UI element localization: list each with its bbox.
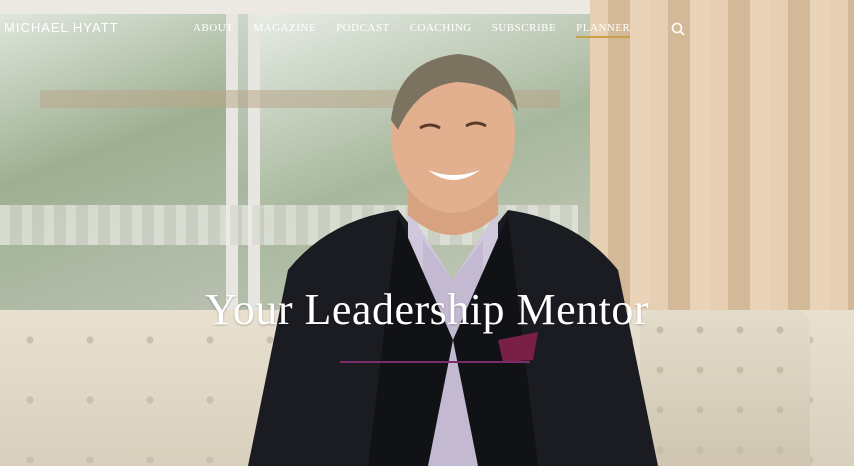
nav-item-magazine[interactable]: MAGAZINE xyxy=(253,22,316,38)
hero-headline: Your Leadership Mentor xyxy=(204,285,650,334)
nav-item-coaching[interactable]: COACHING xyxy=(410,22,472,38)
nav-item-subscribe[interactable]: SUBSCRIBE xyxy=(492,22,556,38)
top-navigation: MICHAEL HYATT ABOUT MAGAZINE PODCAST COA… xyxy=(0,18,854,42)
window-frame-top xyxy=(0,0,600,14)
hero-section: MICHAEL HYATT ABOUT MAGAZINE PODCAST COA… xyxy=(0,0,854,466)
nav-item-podcast[interactable]: PODCAST xyxy=(336,22,390,38)
nav-links: ABOUT MAGAZINE PODCAST COACHING SUBSCRIB… xyxy=(193,22,650,38)
site-logo[interactable]: MICHAEL HYATT xyxy=(4,20,119,35)
window-left xyxy=(0,14,238,314)
headline-underline xyxy=(340,361,530,363)
nav-item-about[interactable]: ABOUT xyxy=(193,22,233,38)
nav-item-planner[interactable]: PLANNER xyxy=(576,22,631,38)
hero-portrait xyxy=(248,54,658,466)
search-icon[interactable] xyxy=(670,21,686,37)
